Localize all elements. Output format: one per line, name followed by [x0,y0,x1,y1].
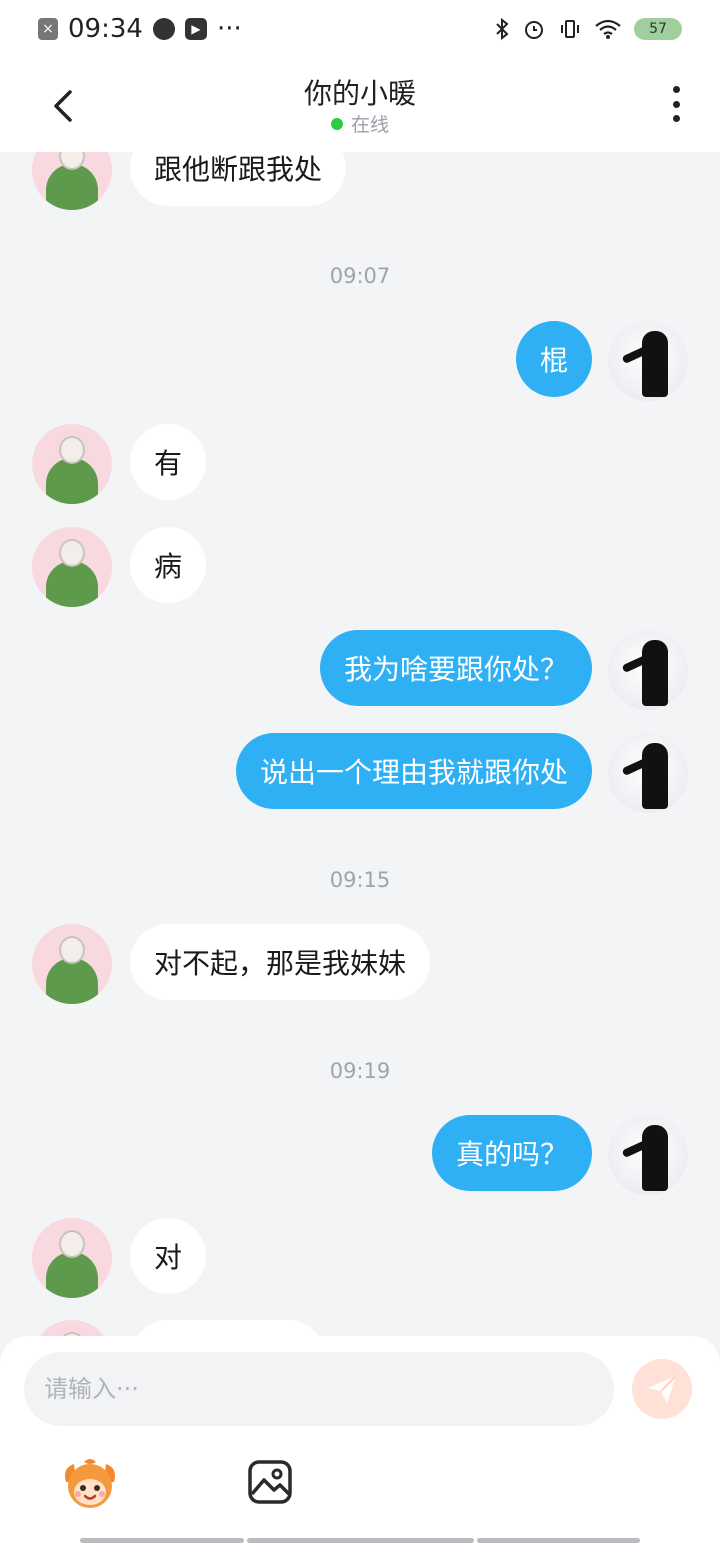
user-avatar[interactable] [608,1115,688,1195]
contact-avatar[interactable] [32,924,112,1004]
outgoing-message[interactable]: 说出一个理由我就跟你处 [235,733,592,809]
incoming-message[interactable]: 跟他断跟我处 [130,152,347,206]
contact-avatar[interactable] [32,424,112,504]
alarm-icon [522,17,546,41]
mascot-emoji-icon [65,1459,115,1508]
user-avatar[interactable] [608,630,688,710]
incoming-message[interactable]: 病 [130,527,207,603]
incoming-message[interactable]: 对 [130,1218,207,1294]
send-button[interactable] [632,1359,692,1419]
home-indicator [80,1538,244,1543]
vibrate-icon [558,17,582,41]
more-button[interactable] [662,84,690,124]
battery-level: 57 [649,21,667,37]
incoming-message[interactable]: 有 [130,424,207,500]
outgoing-message[interactable]: 棍 [515,321,592,397]
play-icon: ▶ [184,18,207,40]
send-icon [648,1375,677,1403]
outgoing-message[interactable]: 真的吗？ [431,1115,592,1191]
user-avatar[interactable] [608,321,688,401]
contact-avatar[interactable] [32,527,112,607]
status-time: 09:34 [68,14,143,44]
mascot-emoji-button[interactable] [60,1454,120,1514]
home-indicator [247,1538,474,1543]
status-bar: × 09:34 ▶ ··· 57 [0,0,720,58]
message-input[interactable] [24,1352,614,1426]
bluetooth-icon [494,17,510,41]
message-list[interactable]: 跟他断跟我处 09:07 棍 有 病 我为啥要跟你处？ 说出一个理由我就跟你处 … [0,152,720,1338]
image-icon [248,1460,292,1504]
composer [0,1336,720,1544]
outgoing-message[interactable]: 我为啥要跟你处？ [319,630,592,706]
incoming-message[interactable]: 对不起，那是我妹妹 [130,924,431,1000]
user-avatar[interactable] [608,733,688,813]
online-status-text: 在线 [350,114,389,136]
timestamp: 09:15 [329,868,391,892]
online-status: 在线 [0,110,720,137]
home-indicator [477,1538,640,1543]
timestamp: 09:07 [329,264,391,288]
wifi-icon [594,18,622,40]
online-dot-icon [330,117,343,130]
chat-header: 你的小暖 在线 [0,58,720,152]
page-title: 你的小暖 [303,77,416,110]
status-dots: ··· [216,14,242,44]
image-button[interactable] [246,1458,294,1506]
speed-icon [152,18,175,40]
contact-avatar[interactable] [32,1218,112,1298]
battery-icon: 57 [634,18,682,40]
more-vertical-icon [672,86,680,93]
timestamp: 09:19 [329,1059,391,1083]
close-box-icon: × [38,18,58,40]
contact-avatar[interactable] [32,152,112,210]
